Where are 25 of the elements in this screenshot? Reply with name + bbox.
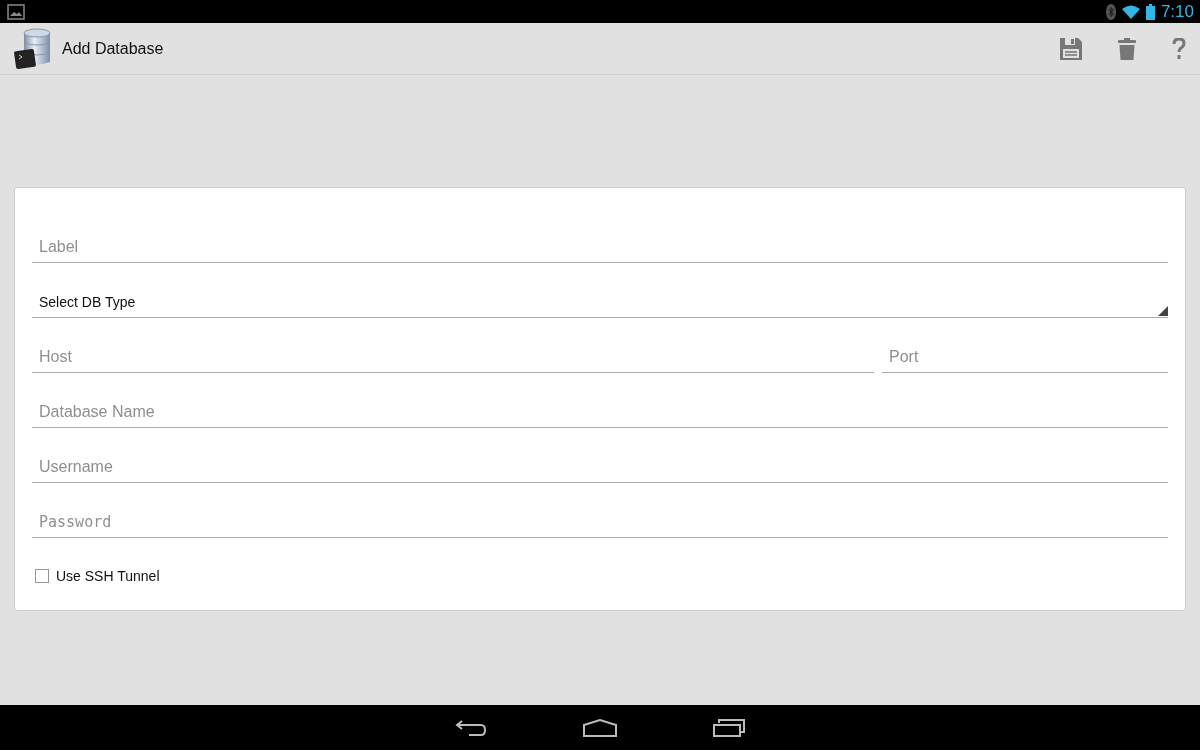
dropdown-corner-icon — [1158, 306, 1168, 316]
screen-title: Add Database — [62, 39, 165, 58]
clock-time: 7:10 — [1160, 1, 1194, 22]
input-field[interactable]: Label — [32, 232, 1168, 263]
input-field[interactable]: Password — [32, 507, 1168, 538]
wifi-icon — [1121, 4, 1140, 19]
input-field[interactable]: Host — [32, 342, 874, 373]
dropdown[interactable]: Select DB Type — [32, 287, 1168, 318]
database-icon[interactable] — [14, 27, 52, 70]
help-button[interactable] — [1172, 37, 1186, 60]
input-field[interactable]: Username — [32, 452, 1168, 483]
save-button[interactable] — [1060, 37, 1082, 60]
back-arrow-icon — [455, 719, 487, 736]
house-outline-icon — [583, 718, 617, 737]
checkbox-label: Use SSH Tunnel — [56, 568, 160, 584]
battery-icon — [1145, 3, 1155, 20]
image-notification-icon — [7, 3, 25, 20]
input-field[interactable]: Port — [882, 342, 1168, 373]
stacked-windows-icon — [713, 718, 745, 737]
checkbox[interactable] — [35, 569, 49, 583]
input-field[interactable]: Database Name — [32, 397, 1168, 428]
question-mark-icon — [1172, 37, 1186, 60]
bluetooth-icon — [1105, 3, 1116, 20]
trash-icon — [1118, 37, 1136, 60]
delete-button[interactable] — [1118, 37, 1136, 60]
